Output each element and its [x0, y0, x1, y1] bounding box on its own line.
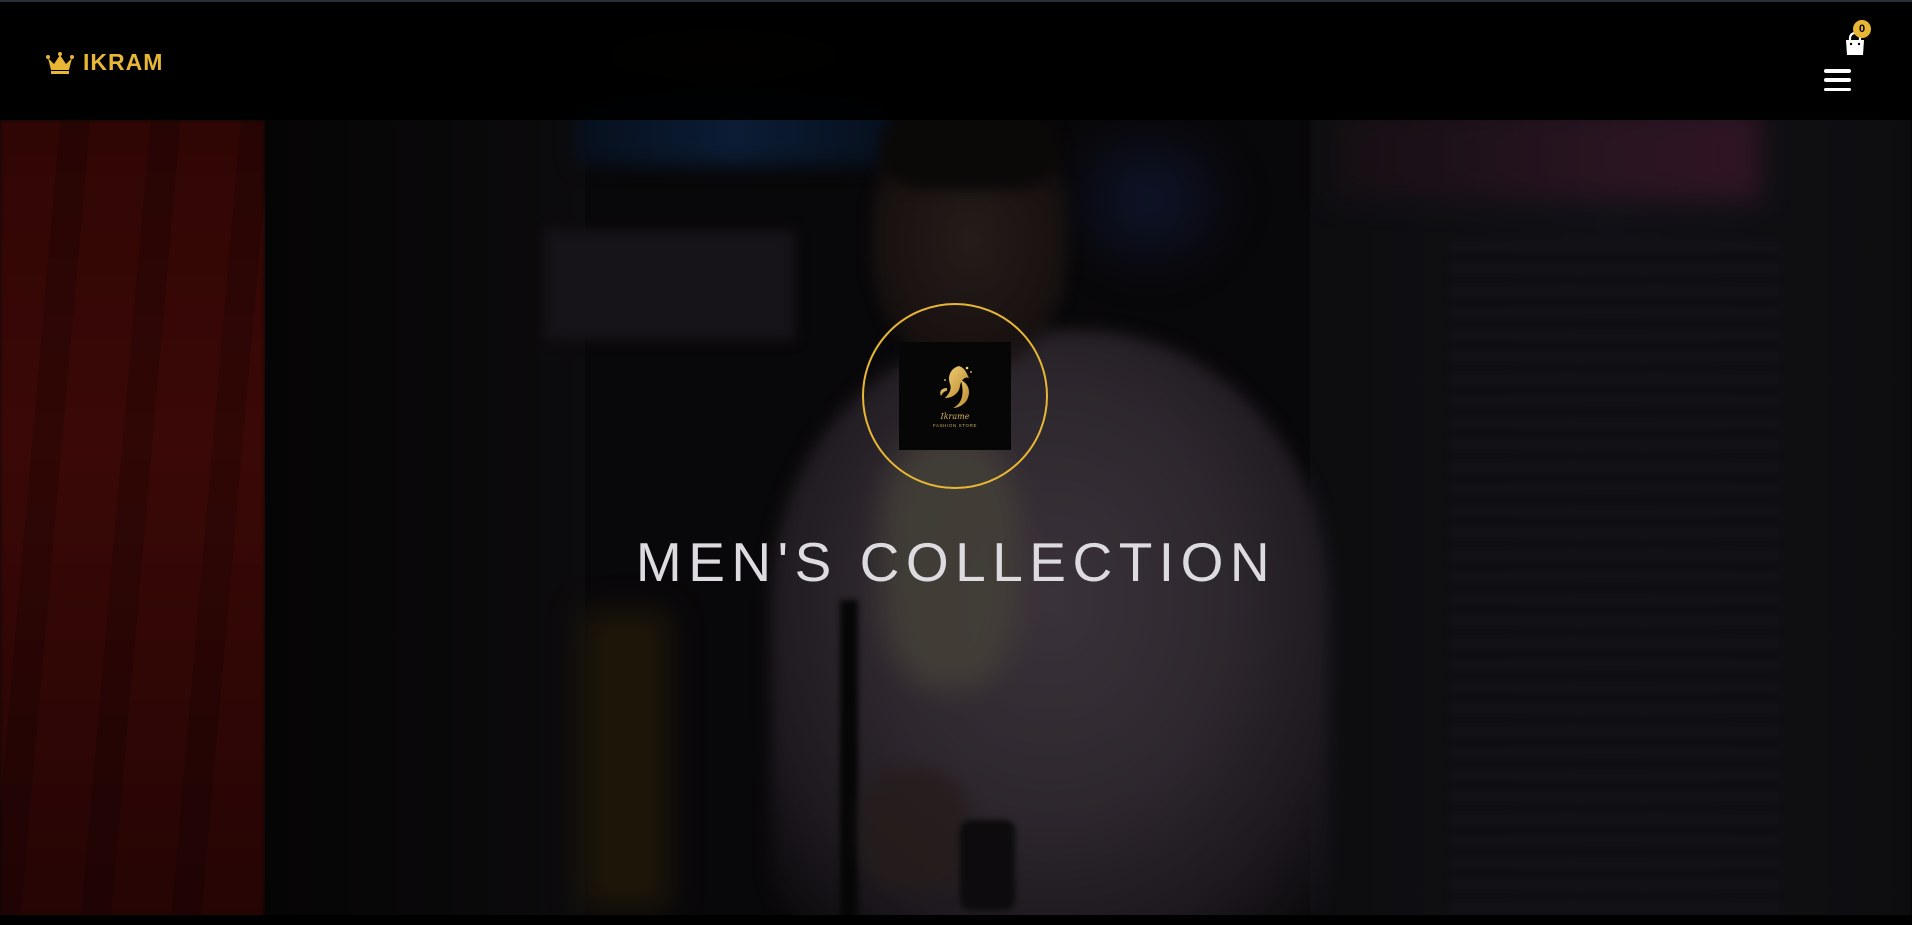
logo-script-text: Ikrame — [940, 412, 970, 421]
brand-logo-link[interactable]: IKRAM — [46, 49, 163, 76]
hamburger-menu-icon-line — [1824, 87, 1851, 91]
store-logo: Ikrame FASHION STORE — [899, 342, 1011, 450]
woman-silhouette-logo-icon — [940, 366, 972, 408]
menu-toggle-button[interactable] — [1824, 69, 1851, 91]
logo-subtitle: FASHION STORE — [932, 423, 978, 428]
cart-count-badge: 0 — [1853, 20, 1871, 38]
crown-icon — [46, 51, 74, 74]
brand-name: IKRAM — [83, 49, 164, 75]
hamburger-menu-icon-line — [1824, 78, 1851, 82]
hamburger-menu-icon-line — [1824, 69, 1851, 73]
hero-title: MEN'S COLLECTION — [635, 531, 1277, 593]
site-header: IKRAM 0 — [0, 0, 1912, 120]
page-bottom-edge — [0, 915, 1912, 925]
